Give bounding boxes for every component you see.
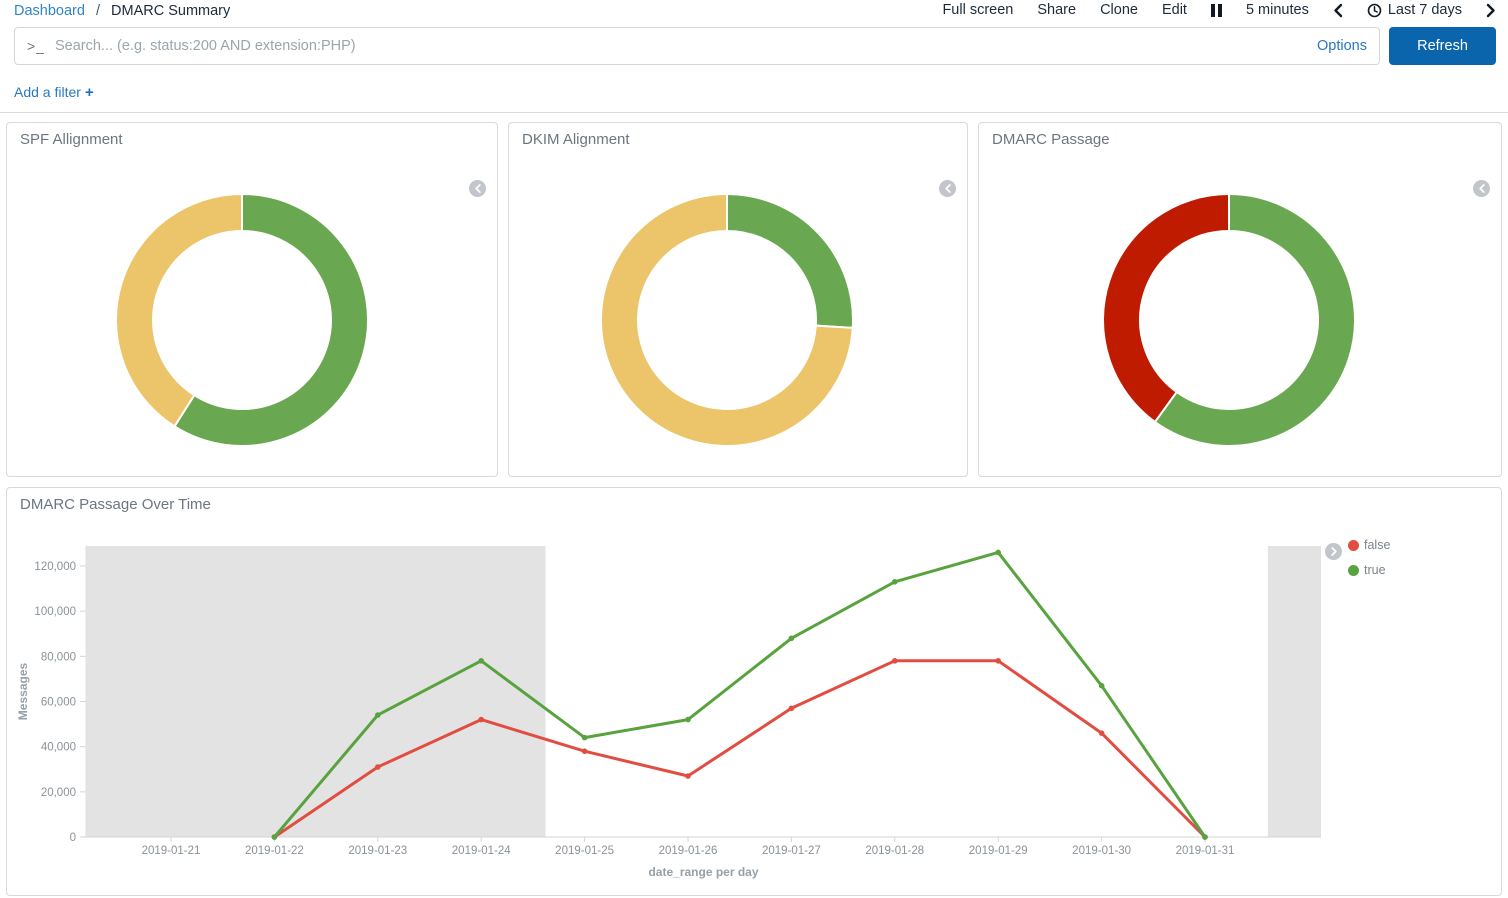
svg-text:2019-01-29: 2019-01-29 bbox=[969, 845, 1028, 857]
chevron-left-icon bbox=[474, 184, 482, 193]
panel-title-over-time: DMARC Passage Over Time bbox=[20, 496, 211, 513]
legend-toggle-button[interactable] bbox=[1473, 180, 1490, 197]
svg-text:2019-01-27: 2019-01-27 bbox=[762, 845, 821, 857]
panel-title-spf: SPF Allignment bbox=[20, 131, 123, 148]
search-box: >_ Options bbox=[14, 27, 1380, 65]
refresh-button[interactable]: Refresh bbox=[1389, 27, 1496, 65]
svg-text:2019-01-28: 2019-01-28 bbox=[865, 845, 924, 857]
chevron-left-icon bbox=[1478, 184, 1486, 193]
svg-text:60,000: 60,000 bbox=[41, 697, 76, 709]
panel-dkim-alignment: DKIM Alignment bbox=[508, 122, 968, 477]
legend-item-false[interactable]: false bbox=[1348, 538, 1390, 552]
panel-spf-alignment: SPF Allignment bbox=[6, 122, 498, 477]
chevron-left-icon bbox=[1333, 3, 1343, 18]
legend-toggle-button[interactable] bbox=[939, 180, 956, 197]
dmarc-over-time-line-chart[interactable]: 0 20,000 40,000 60,000 80,000 100,000 120,000 2… bbox=[7, 488, 1503, 897]
svg-text:2019-01-25: 2019-01-25 bbox=[555, 845, 614, 857]
plus-icon: + bbox=[85, 84, 94, 101]
query-bar: >_ Options Refresh bbox=[14, 27, 1496, 65]
svg-text:2019-01-22: 2019-01-22 bbox=[245, 845, 304, 857]
breadcrumb: Dashboard / DMARC Summary bbox=[14, 3, 230, 19]
legend-toggle-button[interactable] bbox=[1325, 543, 1342, 560]
query-prompt-icon: >_ bbox=[27, 38, 45, 54]
chevron-right-icon bbox=[1330, 547, 1338, 556]
refresh-interval-button[interactable]: 5 minutes bbox=[1246, 2, 1309, 18]
panel-dmarc-passage-over-time: 0 20,000 40,000 60,000 80,000 100,000 120,000 2… bbox=[6, 487, 1502, 896]
panel-title-dmarc: DMARC Passage bbox=[992, 131, 1110, 148]
page-title: DMARC Summary bbox=[111, 3, 230, 19]
pause-icon[interactable] bbox=[1211, 4, 1222, 17]
share-button[interactable]: Share bbox=[1037, 2, 1076, 18]
options-link[interactable]: Options bbox=[1317, 38, 1367, 54]
panel-dmarc-passage: DMARC Passage bbox=[978, 122, 1502, 477]
true-series-dot-icon bbox=[1348, 565, 1359, 576]
search-input[interactable] bbox=[55, 38, 1305, 54]
chevron-left-icon bbox=[944, 184, 952, 193]
legend-label-false: false bbox=[1364, 538, 1390, 552]
chevron-right-icon bbox=[1486, 3, 1496, 18]
svg-text:120,000: 120,000 bbox=[34, 561, 76, 573]
svg-text:0: 0 bbox=[70, 832, 76, 844]
false-series-dot-icon bbox=[1348, 540, 1359, 551]
breadcrumb-dashboard-link[interactable]: Dashboard bbox=[14, 3, 85, 19]
full-screen-button[interactable]: Full screen bbox=[942, 2, 1013, 18]
clock-icon bbox=[1367, 3, 1382, 18]
edit-button[interactable]: Edit bbox=[1162, 2, 1187, 18]
filter-bar-divider bbox=[0, 112, 1508, 113]
panel-title-dkim: DKIM Alignment bbox=[522, 131, 630, 148]
time-back-button[interactable] bbox=[1333, 3, 1343, 18]
svg-text:2019-01-26: 2019-01-26 bbox=[659, 845, 718, 857]
legend-item-true[interactable]: true bbox=[1348, 563, 1390, 577]
svg-text:Messages: Messages bbox=[16, 662, 30, 720]
breadcrumb-separator: / bbox=[96, 3, 100, 19]
svg-text:date_range per day: date_range per day bbox=[648, 865, 758, 879]
time-range-label: Last 7 days bbox=[1388, 2, 1462, 18]
svg-text:100,000: 100,000 bbox=[34, 606, 76, 618]
legend-label-true: true bbox=[1364, 563, 1386, 577]
svg-text:2019-01-30: 2019-01-30 bbox=[1072, 845, 1131, 857]
top-bar: Dashboard / DMARC Summary Full screen Sh… bbox=[0, 0, 1508, 24]
top-nav-menu: Full screen Share Clone Edit 5 minutes L… bbox=[942, 2, 1496, 18]
svg-text:2019-01-31: 2019-01-31 bbox=[1176, 845, 1235, 857]
add-filter-label: Add a filter bbox=[14, 84, 81, 100]
svg-text:2019-01-21: 2019-01-21 bbox=[142, 845, 201, 857]
add-filter-link[interactable]: Add a filter+ bbox=[14, 84, 94, 100]
spf-alignment-donut-chart[interactable] bbox=[107, 185, 377, 455]
clone-button[interactable]: Clone bbox=[1100, 2, 1138, 18]
time-range-button[interactable]: Last 7 days bbox=[1367, 2, 1462, 18]
time-forward-button[interactable] bbox=[1486, 3, 1496, 18]
filter-bar: Add a filter+ bbox=[14, 84, 94, 101]
svg-text:80,000: 80,000 bbox=[41, 651, 76, 663]
svg-text:40,000: 40,000 bbox=[41, 742, 76, 754]
dkim-alignment-donut-chart[interactable] bbox=[592, 185, 862, 455]
chart-legend: false true bbox=[1348, 538, 1390, 588]
svg-text:2019-01-23: 2019-01-23 bbox=[348, 845, 407, 857]
svg-text:20,000: 20,000 bbox=[41, 787, 76, 799]
legend-toggle-button[interactable] bbox=[469, 180, 486, 197]
svg-text:2019-01-24: 2019-01-24 bbox=[452, 845, 511, 857]
dmarc-passage-donut-chart[interactable] bbox=[1094, 185, 1364, 455]
